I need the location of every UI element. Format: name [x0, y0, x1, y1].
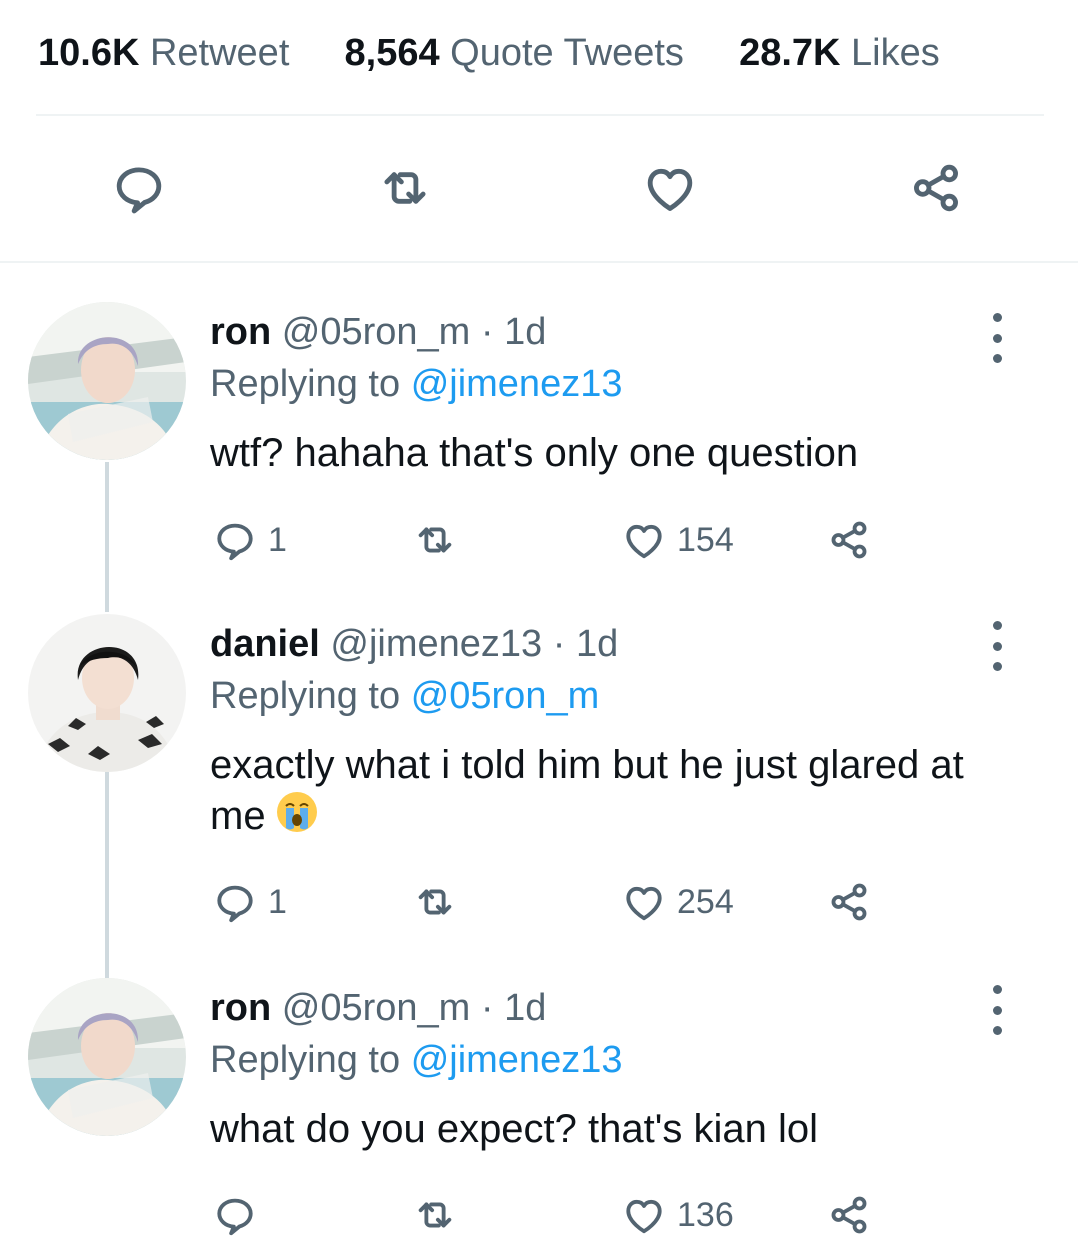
- username[interactable]: @jimenez13: [330, 623, 542, 665]
- tweet-stats: 10.6K Retweet 8,564 Quote Tweets 28.7K L…: [38, 30, 940, 76]
- avatar[interactable]: [28, 978, 186, 1136]
- share-icon: [826, 879, 872, 925]
- tweet-text: exactly what i told him but he just glar…: [210, 743, 964, 838]
- retweet-icon: [412, 879, 458, 925]
- reply-count: 1: [268, 882, 287, 921]
- stats-divider: [36, 114, 1044, 116]
- main-like-button[interactable]: [640, 160, 700, 216]
- reply-icon: [212, 1192, 258, 1238]
- more-icon: [992, 313, 1002, 322]
- share-button[interactable]: [826, 515, 872, 565]
- tweet-header: ron @05ron_m · 1d: [210, 309, 546, 355]
- tweet-text: what do you expect? that's kian lol: [210, 1107, 819, 1151]
- retweet-icon: [412, 517, 458, 563]
- heart-icon: [621, 517, 667, 563]
- tweet-text-container: exactly what i told him but he just glar…: [210, 741, 1000, 846]
- heart-icon: [621, 1192, 667, 1238]
- retweet-button[interactable]: [412, 515, 468, 565]
- retweet-button[interactable]: [412, 1190, 468, 1240]
- likes-label: Likes: [851, 32, 940, 74]
- replying-to-line: Replying to @jimenez13: [210, 361, 622, 407]
- tweet-text: wtf? hahaha that's only one question: [210, 431, 859, 475]
- reply-button[interactable]: [212, 1190, 268, 1240]
- like-button[interactable]: 154: [621, 515, 734, 565]
- replying-prefix: Replying to: [210, 363, 401, 405]
- timestamp[interactable]: 1d: [576, 623, 618, 665]
- retweet-icon: [376, 159, 434, 217]
- like-button[interactable]: 254: [621, 877, 734, 927]
- share-button[interactable]: [826, 877, 872, 927]
- retweets-label: Retweet: [149, 32, 290, 74]
- separator: ·: [480, 987, 494, 1029]
- replying-to-line: Replying to @05ron_m: [210, 673, 599, 719]
- quotes-label: Quote Tweets: [450, 32, 684, 74]
- timestamp[interactable]: 1d: [504, 987, 546, 1029]
- mention-link[interactable]: @jimenez13: [411, 1039, 623, 1081]
- more-options-button[interactable]: [986, 985, 1008, 1035]
- more-options-button[interactable]: [986, 313, 1008, 363]
- avatar[interactable]: [28, 302, 186, 460]
- quotes-count: 8,564: [344, 32, 440, 74]
- likes-stat[interactable]: 28.7K Likes: [729, 32, 940, 74]
- avatar[interactable]: [28, 614, 186, 772]
- reply-icon: [212, 517, 258, 563]
- separator: ·: [552, 623, 566, 665]
- more-icon: [992, 985, 1002, 994]
- reply-button[interactable]: 1: [212, 515, 287, 565]
- separator: ·: [480, 311, 494, 353]
- share-icon: [826, 1192, 872, 1238]
- display-name[interactable]: ron: [210, 987, 271, 1029]
- more-icon: [992, 621, 1002, 630]
- share-icon: [826, 517, 872, 563]
- share-button[interactable]: [826, 1190, 872, 1240]
- replying-prefix: Replying to: [210, 675, 401, 717]
- reply-count: 1: [268, 520, 287, 559]
- like-count: 154: [677, 520, 734, 559]
- loudly-crying-face-icon: [274, 789, 320, 846]
- replying-to-line: Replying to @jimenez13: [210, 1037, 622, 1083]
- heart-icon: [641, 159, 699, 217]
- username[interactable]: @05ron_m: [282, 311, 471, 353]
- more-options-button[interactable]: [986, 621, 1008, 671]
- retweets-count: 10.6K: [38, 32, 140, 74]
- heart-icon: [621, 879, 667, 925]
- thread-connector: [105, 462, 109, 612]
- username[interactable]: @05ron_m: [282, 987, 471, 1029]
- thread-connector: [105, 772, 109, 978]
- tweet-header: ron @05ron_m · 1d: [210, 985, 546, 1031]
- like-count: 254: [677, 882, 734, 921]
- like-count: 136: [677, 1195, 734, 1234]
- reply-icon: [212, 879, 258, 925]
- retweets-stat[interactable]: 10.6K Retweet: [38, 32, 300, 74]
- quotes-stat[interactable]: 8,564 Quote Tweets: [334, 32, 695, 74]
- reply-button[interactable]: 1: [212, 877, 287, 927]
- main-share-button[interactable]: [906, 160, 966, 216]
- timestamp[interactable]: 1d: [504, 311, 546, 353]
- reply-icon: [110, 159, 168, 217]
- replying-prefix: Replying to: [210, 1039, 401, 1081]
- main-retweet-button[interactable]: [375, 160, 435, 216]
- action-bar-divider: [0, 261, 1078, 263]
- share-icon: [907, 159, 965, 217]
- like-button[interactable]: 136: [621, 1190, 734, 1240]
- retweet-icon: [412, 1192, 458, 1238]
- retweet-button[interactable]: [412, 877, 468, 927]
- display-name[interactable]: ron: [210, 311, 271, 353]
- main-reply-button[interactable]: [109, 160, 169, 216]
- likes-count: 28.7K: [739, 32, 841, 74]
- mention-link[interactable]: @05ron_m: [411, 675, 600, 717]
- mention-link[interactable]: @jimenez13: [411, 363, 623, 405]
- tweet-header: daniel @jimenez13 · 1d: [210, 621, 618, 667]
- display-name[interactable]: daniel: [210, 623, 320, 665]
